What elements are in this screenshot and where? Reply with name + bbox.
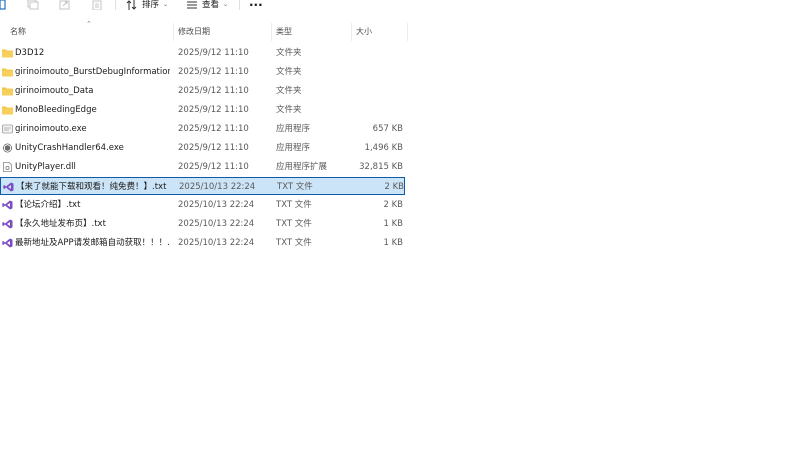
file-modified-date: 2025/9/12 11:10 bbox=[178, 105, 249, 115]
file-name: 最新地址及APP请发邮箱自动获取！！！.... bbox=[15, 238, 170, 248]
file-size: 2 KB bbox=[384, 182, 404, 192]
file-name: 【论坛介绍】.txt bbox=[15, 200, 81, 210]
column-divider[interactable] bbox=[407, 23, 408, 41]
file-modified-date: 2025/10/13 22:24 bbox=[178, 238, 255, 248]
file-size bbox=[352, 82, 403, 100]
command-bar: 排序 ⌄ 查看 ⌄ ··· bbox=[0, 0, 800, 14]
file-name: MonoBleedingEdge bbox=[15, 105, 97, 115]
file-modified-date: 2025/9/12 11:10 bbox=[178, 143, 249, 153]
file-type: 文件夹 bbox=[276, 48, 302, 58]
sort-ascending-icon: ⌃ bbox=[86, 20, 92, 28]
share-icon[interactable] bbox=[59, 0, 71, 10]
file-row[interactable]: girinoimouto_Data 2025/9/12 11:10 文件夹 bbox=[0, 82, 405, 100]
column-size[interactable]: 大小 bbox=[356, 23, 372, 41]
file-row[interactable]: girinoimouto_BurstDebugInformation... 202… bbox=[0, 63, 405, 81]
sort-label: 排序 bbox=[142, 0, 160, 10]
file-name: UnityCrashHandler64.exe bbox=[15, 143, 124, 153]
file-name: D3D12 bbox=[15, 48, 45, 58]
file-size bbox=[352, 44, 403, 62]
column-divider[interactable] bbox=[271, 23, 272, 41]
file-row[interactable]: MonoBleedingEdge 2025/9/12 11:10 文件夹 bbox=[0, 101, 405, 119]
view-label: 查看 bbox=[202, 0, 220, 10]
file-type: 文件夹 bbox=[276, 86, 302, 96]
file-type: 应用程序 bbox=[276, 143, 311, 153]
file-name: 【来了就能下载和观看！纯免费！】.txt bbox=[16, 182, 167, 192]
file-size bbox=[352, 63, 403, 81]
file-row[interactable]: 【论坛介绍】.txt 2025/10/13 22:24 TXT 文件 2 KB bbox=[0, 196, 405, 214]
file-row[interactable]: UnityPlayer.dll 2025/9/12 11:10 应用程序扩展 32,8… bbox=[0, 158, 405, 176]
file-modified-date: 2025/9/12 11:10 bbox=[178, 48, 249, 58]
file-row[interactable]: girinoimouto.exe 2025/9/12 11:10 应用程序 657 K… bbox=[0, 120, 405, 138]
file-modified-date: 2025/9/12 11:10 bbox=[178, 162, 249, 172]
chevron-down-icon: ⌄ bbox=[163, 1, 169, 8]
sort-button[interactable]: 排序 ⌄ bbox=[126, 0, 168, 10]
more-options-button[interactable]: ··· bbox=[249, 0, 263, 11]
new-icon[interactable] bbox=[0, 0, 6, 10]
toolbar-separator bbox=[239, 0, 240, 10]
file-size bbox=[352, 101, 403, 119]
file-name: UnityPlayer.dll bbox=[15, 162, 76, 172]
copy-icon[interactable] bbox=[27, 0, 39, 10]
file-row[interactable]: 【永久地址发布页】.txt 2025/10/13 22:24 TXT 文件 1 KB bbox=[0, 215, 405, 233]
file-row[interactable]: 最新地址及APP请发邮箱自动获取！！！.... 2025/10/13 22:24 T… bbox=[0, 234, 405, 252]
toolbar-separator bbox=[115, 0, 116, 10]
file-size: 1 KB bbox=[383, 238, 403, 248]
file-name: 【永久地址发布页】.txt bbox=[15, 219, 106, 229]
file-size: 2 KB bbox=[383, 200, 403, 210]
chevron-down-icon: ⌄ bbox=[223, 1, 229, 8]
file-name: girinoimouto_BurstDebugInformation... bbox=[15, 67, 170, 77]
file-name: girinoimouto_Data bbox=[15, 86, 94, 96]
view-icon bbox=[187, 1, 197, 9]
file-size: 1 KB bbox=[383, 219, 403, 229]
file-modified-date: 2025/10/13 22:24 bbox=[178, 200, 255, 210]
column-header: ⌃ 名称 修改日期 类型 大小 bbox=[0, 20, 408, 41]
file-modified-date: 2025/9/12 11:10 bbox=[178, 124, 249, 134]
file-modified-date: 2025/10/13 22:24 bbox=[179, 182, 256, 192]
file-modified-date: 2025/10/13 22:24 bbox=[178, 219, 255, 229]
view-button[interactable]: 查看 ⌄ bbox=[186, 0, 228, 10]
file-modified-date: 2025/9/12 11:10 bbox=[178, 67, 249, 77]
file-type: TXT 文件 bbox=[276, 219, 312, 229]
file-type: 文件夹 bbox=[276, 67, 302, 77]
file-type: 文件夹 bbox=[276, 105, 302, 115]
file-modified-date: 2025/9/12 11:10 bbox=[178, 86, 249, 96]
delete-icon[interactable] bbox=[92, 0, 102, 10]
column-date[interactable]: 修改日期 bbox=[178, 23, 210, 41]
sort-icon bbox=[126, 0, 137, 10]
file-name: girinoimouto.exe bbox=[15, 124, 87, 134]
file-size: 1,496 KB bbox=[364, 143, 403, 153]
file-row[interactable]: 【来了就能下载和观看！纯免费！】.txt 2025/10/13 22:24 TXT … bbox=[0, 177, 405, 195]
file-row[interactable]: UnityCrashHandler64.exe 2025/9/12 11:10 应用… bbox=[0, 139, 405, 157]
column-name[interactable]: 名称 bbox=[10, 23, 26, 41]
file-type: 应用程序 bbox=[276, 124, 311, 134]
file-size: 657 KB bbox=[372, 124, 403, 134]
file-type: TXT 文件 bbox=[276, 200, 312, 210]
file-type: TXT 文件 bbox=[277, 182, 313, 192]
column-type[interactable]: 类型 bbox=[276, 23, 292, 41]
column-divider[interactable] bbox=[351, 23, 352, 41]
file-row[interactable]: D3D12 2025/9/12 11:10 文件夹 bbox=[0, 44, 405, 62]
column-divider[interactable] bbox=[173, 23, 174, 41]
file-type: TXT 文件 bbox=[276, 238, 312, 248]
file-size: 32,815 KB bbox=[359, 162, 403, 172]
file-type: 应用程序扩展 bbox=[276, 162, 328, 172]
